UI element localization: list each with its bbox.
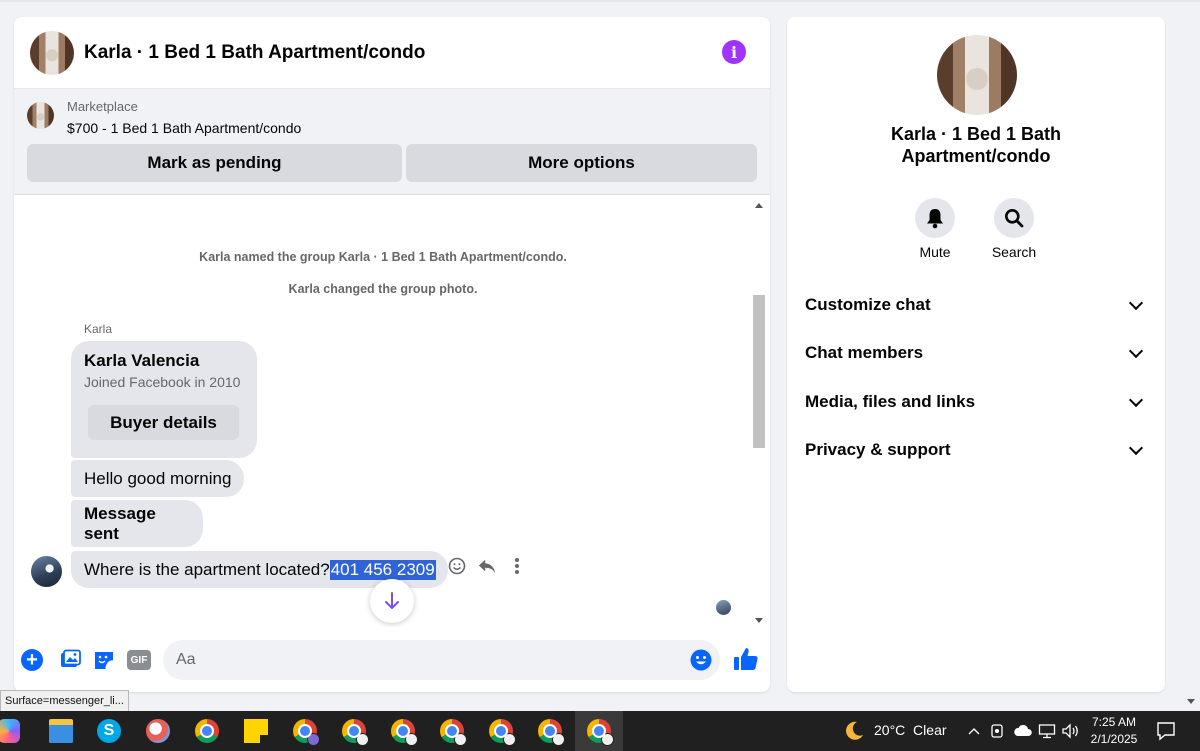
plus-icon[interactable]: + bbox=[21, 649, 43, 671]
moon-weather-icon[interactable] bbox=[843, 720, 865, 742]
status-url-tooltip: Surface=messenger_li... bbox=[0, 690, 129, 712]
message-bubble[interactable]: Message sent bbox=[71, 500, 203, 547]
chevron-down-icon bbox=[1128, 440, 1144, 455]
notifications-icon[interactable] bbox=[1156, 721, 1176, 741]
profile-badge bbox=[405, 733, 418, 746]
scrollbar-thumb[interactable] bbox=[753, 295, 765, 448]
react-emoji-icon[interactable] bbox=[448, 557, 466, 575]
sender-avatar[interactable] bbox=[31, 556, 62, 587]
search-action[interactable]: Search bbox=[984, 198, 1044, 260]
profile-card: Karla Valencia Joined Facebook in 2010 B… bbox=[71, 341, 257, 458]
thumbs-up-icon[interactable] bbox=[733, 646, 759, 672]
group-profile-photo[interactable] bbox=[937, 35, 1017, 115]
section-privacy-support[interactable]: Privacy & support bbox=[805, 430, 1147, 470]
buyer-details-button[interactable]: Buyer details bbox=[88, 405, 239, 440]
network-icon[interactable] bbox=[1038, 722, 1056, 740]
system-message: Karla changed the group photo. bbox=[288, 282, 478, 296]
more-vertical-icon[interactable] bbox=[508, 557, 526, 575]
profile-card-subtitle: Joined Facebook in 2010 bbox=[84, 374, 241, 390]
marketplace-bar: Marketplace $700 - 1 Bed 1 Bath Apartmen… bbox=[14, 89, 770, 195]
chat-panel: Karla · 1 Bed 1 Bath Apartment/condo i M… bbox=[14, 17, 770, 692]
profile-badge bbox=[601, 733, 614, 746]
chrome-icon[interactable] bbox=[195, 719, 219, 743]
chat-title[interactable]: Karla · 1 Bed 1 Bath Apartment/condo bbox=[84, 42, 425, 64]
message-list[interactable]: Karla named the group Karla · 1 Bed 1 Ba… bbox=[14, 195, 770, 627]
read-receipt-avatar bbox=[716, 600, 731, 615]
emoji-icon[interactable] bbox=[690, 649, 712, 671]
profile-card-name: Karla Valencia bbox=[84, 351, 200, 370]
message-scrollbar[interactable] bbox=[752, 199, 766, 627]
chat-header: Karla · 1 Bed 1 Bath Apartment/condo i bbox=[14, 17, 770, 89]
page-scroll-down-arrow-icon[interactable] bbox=[1187, 699, 1195, 704]
message-text: Where is the apartment located? bbox=[84, 559, 330, 579]
sticker-icon[interactable] bbox=[92, 648, 116, 672]
scroll-up-arrow-icon[interactable] bbox=[755, 203, 763, 208]
chevron-down-icon bbox=[1128, 343, 1144, 358]
mute-label: Mute bbox=[919, 244, 951, 260]
sender-name: Karla bbox=[84, 322, 113, 336]
section-customize-chat[interactable]: Customize chat bbox=[805, 285, 1147, 325]
message-input[interactable] bbox=[163, 640, 643, 680]
selected-text[interactable]: 401 456 2309 bbox=[329, 559, 436, 580]
search-icon[interactable] bbox=[994, 198, 1034, 238]
photo-icon[interactable] bbox=[58, 648, 82, 672]
section-chat-members[interactable]: Chat members bbox=[805, 333, 1147, 373]
section-media-files-links[interactable]: Media, files and links bbox=[805, 382, 1147, 422]
arrow-down-icon bbox=[385, 592, 399, 609]
paint-app-icon[interactable] bbox=[146, 719, 170, 743]
reply-icon[interactable] bbox=[478, 557, 496, 575]
more-options-button[interactable]: More options bbox=[406, 144, 757, 182]
listing-thumbnail[interactable] bbox=[27, 102, 54, 129]
profile-badge bbox=[454, 733, 467, 746]
profile-badge bbox=[356, 733, 369, 746]
weather-text[interactable]: 20°C Clear bbox=[874, 722, 947, 738]
listing-title[interactable]: $700 - 1 Bed 1 Bath Apartment/condo bbox=[67, 120, 301, 136]
chat-details-panel: Karla · 1 Bed 1 Bath Apartment/condo Mut… bbox=[787, 17, 1165, 692]
clock-time: 7:25 AM bbox=[1091, 715, 1137, 729]
profile-badge bbox=[552, 733, 565, 746]
file-explorer-icon[interactable] bbox=[49, 719, 73, 743]
onedrive-cloud-icon[interactable] bbox=[1013, 723, 1033, 739]
sticky-notes-icon[interactable] bbox=[244, 719, 268, 743]
clock-date: 2/1/2025 bbox=[1090, 732, 1138, 746]
scroll-down-arrow-icon[interactable] bbox=[755, 618, 763, 623]
chrome-profile-icon[interactable] bbox=[587, 719, 614, 746]
mute-action[interactable]: Mute bbox=[905, 198, 965, 260]
group-name: Karla · 1 Bed 1 Bath Apartment/condo bbox=[890, 124, 1062, 166]
chrome-profile-icon[interactable] bbox=[391, 719, 418, 746]
copilot-icon[interactable] bbox=[0, 719, 20, 743]
chrome-profile-icon[interactable] bbox=[538, 719, 565, 746]
chevron-up-icon[interactable] bbox=[966, 721, 982, 741]
chrome-profile-icon[interactable] bbox=[489, 719, 516, 746]
chrome-profile-icon[interactable] bbox=[342, 719, 369, 746]
meet-now-icon[interactable] bbox=[990, 722, 1006, 740]
taskbar-clock[interactable]: 7:25 AM 2/1/2025 bbox=[1088, 714, 1140, 748]
message-input-wrapper bbox=[163, 640, 720, 680]
composer: + GIF bbox=[14, 629, 770, 692]
group-avatar[interactable] bbox=[30, 30, 74, 75]
chevron-down-icon bbox=[1128, 392, 1144, 407]
profile-badge bbox=[307, 733, 320, 746]
scroll-to-bottom-button[interactable] bbox=[370, 579, 414, 623]
message-bubble[interactable]: Hello good morning bbox=[71, 460, 245, 497]
volume-icon[interactable] bbox=[1061, 722, 1081, 740]
mark-as-pending-button[interactable]: Mark as pending bbox=[27, 144, 402, 182]
info-icon[interactable]: i bbox=[722, 40, 746, 64]
message-actions bbox=[448, 557, 526, 575]
taskbar: S 20°C Clear 7:25 AM 2/1/2025 bbox=[0, 711, 1200, 751]
browser-top-edge bbox=[0, 0, 1200, 2]
search-label: Search bbox=[991, 244, 1037, 260]
chevron-down-icon bbox=[1128, 295, 1144, 310]
skype-icon[interactable]: S bbox=[97, 719, 121, 743]
system-message: Karla named the group Karla · 1 Bed 1 Ba… bbox=[199, 250, 567, 264]
marketplace-label: Marketplace bbox=[67, 99, 138, 114]
bell-icon[interactable] bbox=[915, 198, 955, 238]
profile-badge bbox=[503, 733, 516, 746]
chrome-profile-icon[interactable] bbox=[440, 719, 467, 746]
gif-icon[interactable]: GIF bbox=[127, 650, 151, 670]
chrome-profile-icon[interactable] bbox=[293, 719, 320, 746]
